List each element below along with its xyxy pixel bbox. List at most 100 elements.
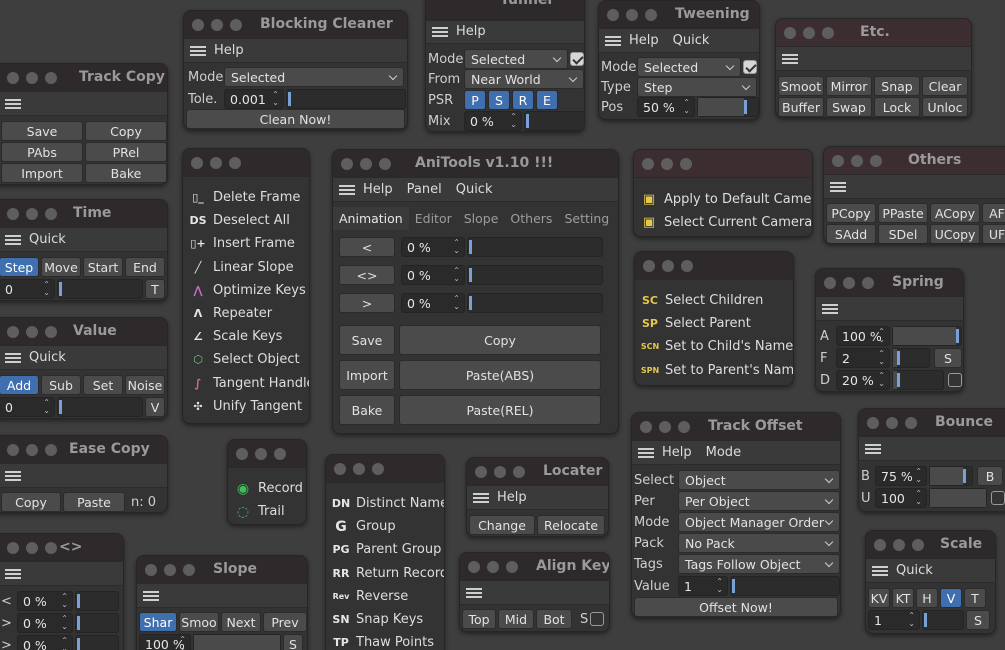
mode-dropdown[interactable]: Selected — [464, 49, 568, 69]
swap-button[interactable]: Swap — [826, 97, 872, 117]
uf-button[interactable]: UF — [982, 224, 1005, 243]
title-bar[interactable]: Track Offset — [632, 413, 840, 441]
v-button[interactable]: V — [145, 397, 165, 417]
paste-button[interactable]: Paste — [63, 492, 125, 512]
hamburger-icon[interactable] — [872, 565, 888, 576]
group-item[interactable]: G Group — [326, 515, 444, 538]
mirror-button[interactable]: Mirror — [826, 76, 872, 96]
tab-others[interactable]: Others — [504, 207, 558, 230]
smooth-button[interactable]: Smoo — [179, 612, 219, 632]
value-input[interactable]: 1 — [678, 576, 728, 596]
bake-button[interactable]: Bake — [85, 163, 167, 183]
hamburger-icon[interactable] — [466, 587, 482, 598]
bot-button[interactable]: Bot — [536, 609, 572, 629]
title-bar[interactable]: <> — [0, 534, 123, 562]
menu-quick[interactable]: Quick — [896, 563, 933, 578]
tab-setting[interactable]: Setting — [558, 207, 615, 230]
title-bar[interactable]: Tweening — [599, 1, 759, 29]
menu-help[interactable]: Help — [497, 490, 527, 505]
next-interp-button[interactable]: > — [339, 293, 395, 313]
buffer-button[interactable]: Buffer — [778, 97, 824, 117]
s-button[interactable]: S — [283, 634, 303, 650]
s-button[interactable]: S — [966, 610, 990, 630]
menu-help[interactable]: Help — [662, 445, 692, 460]
f-input[interactable]: 2 — [836, 348, 890, 368]
select-dropdown[interactable]: Object — [678, 470, 840, 490]
top-button[interactable]: Top — [462, 609, 496, 629]
move-button[interactable]: Move — [41, 257, 81, 277]
af-button[interactable]: AF — [982, 203, 1005, 223]
mix-slider[interactable] — [524, 111, 584, 131]
hamburger-icon[interactable] — [473, 492, 489, 503]
mode-dropdown[interactable]: Selected — [637, 57, 741, 77]
title-bar[interactable] — [326, 455, 444, 483]
set-child-name-item[interactable]: SCN Set to Child's Name — [635, 335, 793, 358]
menu-quick[interactable]: Quick — [673, 33, 710, 48]
hamburger-icon[interactable] — [638, 447, 654, 458]
pack-dropdown[interactable]: No Pack — [678, 533, 840, 553]
hamburger-icon[interactable] — [822, 303, 838, 314]
title-bar[interactable]: Tunnel — [426, 0, 584, 21]
title-bar[interactable]: Ease Copy — [0, 436, 167, 464]
set-parent-name-item[interactable]: SPN Set to Parent's Name — [635, 359, 793, 382]
relocate-button[interactable]: Relocate — [537, 515, 605, 535]
b-input[interactable]: 75 % — [875, 466, 927, 486]
pos-slider[interactable] — [697, 97, 759, 117]
b-slider[interactable] — [929, 466, 973, 486]
hamburger-icon[interactable] — [865, 443, 881, 454]
copy-button[interactable]: Copy — [399, 325, 601, 355]
clean-now-button[interactable]: Clean Now! — [186, 109, 405, 129]
title-bar[interactable]: AniTools v1.10 !!! — [333, 150, 618, 178]
hamburger-icon[interactable] — [5, 568, 21, 579]
s-button[interactable]: S — [934, 348, 962, 368]
mode-dropdown[interactable]: Object Manager Order — [678, 512, 840, 532]
title-bar[interactable]: Spring — [816, 269, 963, 297]
distinct-name-item[interactable]: DN Distinct Name — [326, 492, 444, 515]
copy-button[interactable]: Copy — [1, 492, 61, 512]
unify-tangent-item[interactable]: ✣ Unify Tangent — [183, 395, 309, 418]
change-button[interactable]: Change — [469, 515, 535, 535]
repeater-item[interactable]: Ʌ Repeater — [183, 302, 309, 325]
prev-interp-button[interactable]: < — [339, 237, 395, 257]
select-children-item[interactable]: SC Select Children — [635, 289, 793, 312]
delete-frame-item[interactable]: ▯_ Delete Frame — [183, 186, 309, 209]
t-button[interactable]: T — [145, 279, 165, 299]
psr-e-button[interactable]: E — [536, 90, 558, 110]
title-bar[interactable]: Etc. — [776, 19, 971, 47]
h-button[interactable]: H — [916, 588, 938, 608]
menu-quick[interactable]: Quick — [29, 350, 66, 365]
tags-dropdown[interactable]: Tags Follow Object — [678, 554, 840, 574]
slope-input[interactable]: 100 % — [139, 634, 191, 650]
interp-slider[interactable] — [467, 237, 603, 257]
save-button[interactable]: Save — [1, 121, 83, 141]
from-dropdown[interactable]: Near World — [464, 69, 584, 89]
hamburger-icon[interactable] — [339, 184, 355, 195]
title-bar[interactable]: Scale — [866, 531, 995, 559]
value-slider[interactable] — [730, 576, 840, 596]
tole-input[interactable]: 0.001 — [224, 89, 284, 109]
hamburger-icon[interactable] — [5, 234, 21, 245]
clear-button[interactable]: Clear — [922, 76, 968, 96]
mode-checkbox[interactable] — [570, 52, 584, 66]
thaw-points-item[interactable]: TP Thaw Points — [326, 631, 444, 650]
d-slider[interactable] — [892, 370, 944, 390]
u-slider[interactable] — [929, 488, 987, 508]
time-slider[interactable] — [57, 279, 143, 299]
menu-help[interactable]: Help — [214, 43, 244, 58]
step-button[interactable]: Step — [0, 257, 39, 277]
hamburger-icon[interactable] — [782, 53, 798, 64]
save-button[interactable]: Save — [339, 325, 395, 355]
title-bar[interactable]: Others — [824, 147, 1005, 175]
scale-keys-item[interactable]: ∠ Scale Keys — [183, 325, 309, 348]
import-button[interactable]: Import — [1, 163, 83, 183]
select-parent-item[interactable]: SP Select Parent — [635, 312, 793, 335]
title-bar[interactable] — [635, 252, 793, 280]
paste-abs-button[interactable]: Paste(ABS) — [399, 360, 601, 390]
menu-panel[interactable]: Panel — [407, 182, 442, 197]
row-input[interactable]: 0 % — [17, 635, 73, 650]
hamburger-icon[interactable] — [830, 181, 846, 192]
menu-help[interactable]: Help — [456, 24, 486, 39]
unlock-button[interactable]: Unloc — [922, 97, 968, 117]
value-input[interactable]: 0 — [0, 397, 55, 417]
menu-help[interactable]: Help — [363, 182, 393, 197]
